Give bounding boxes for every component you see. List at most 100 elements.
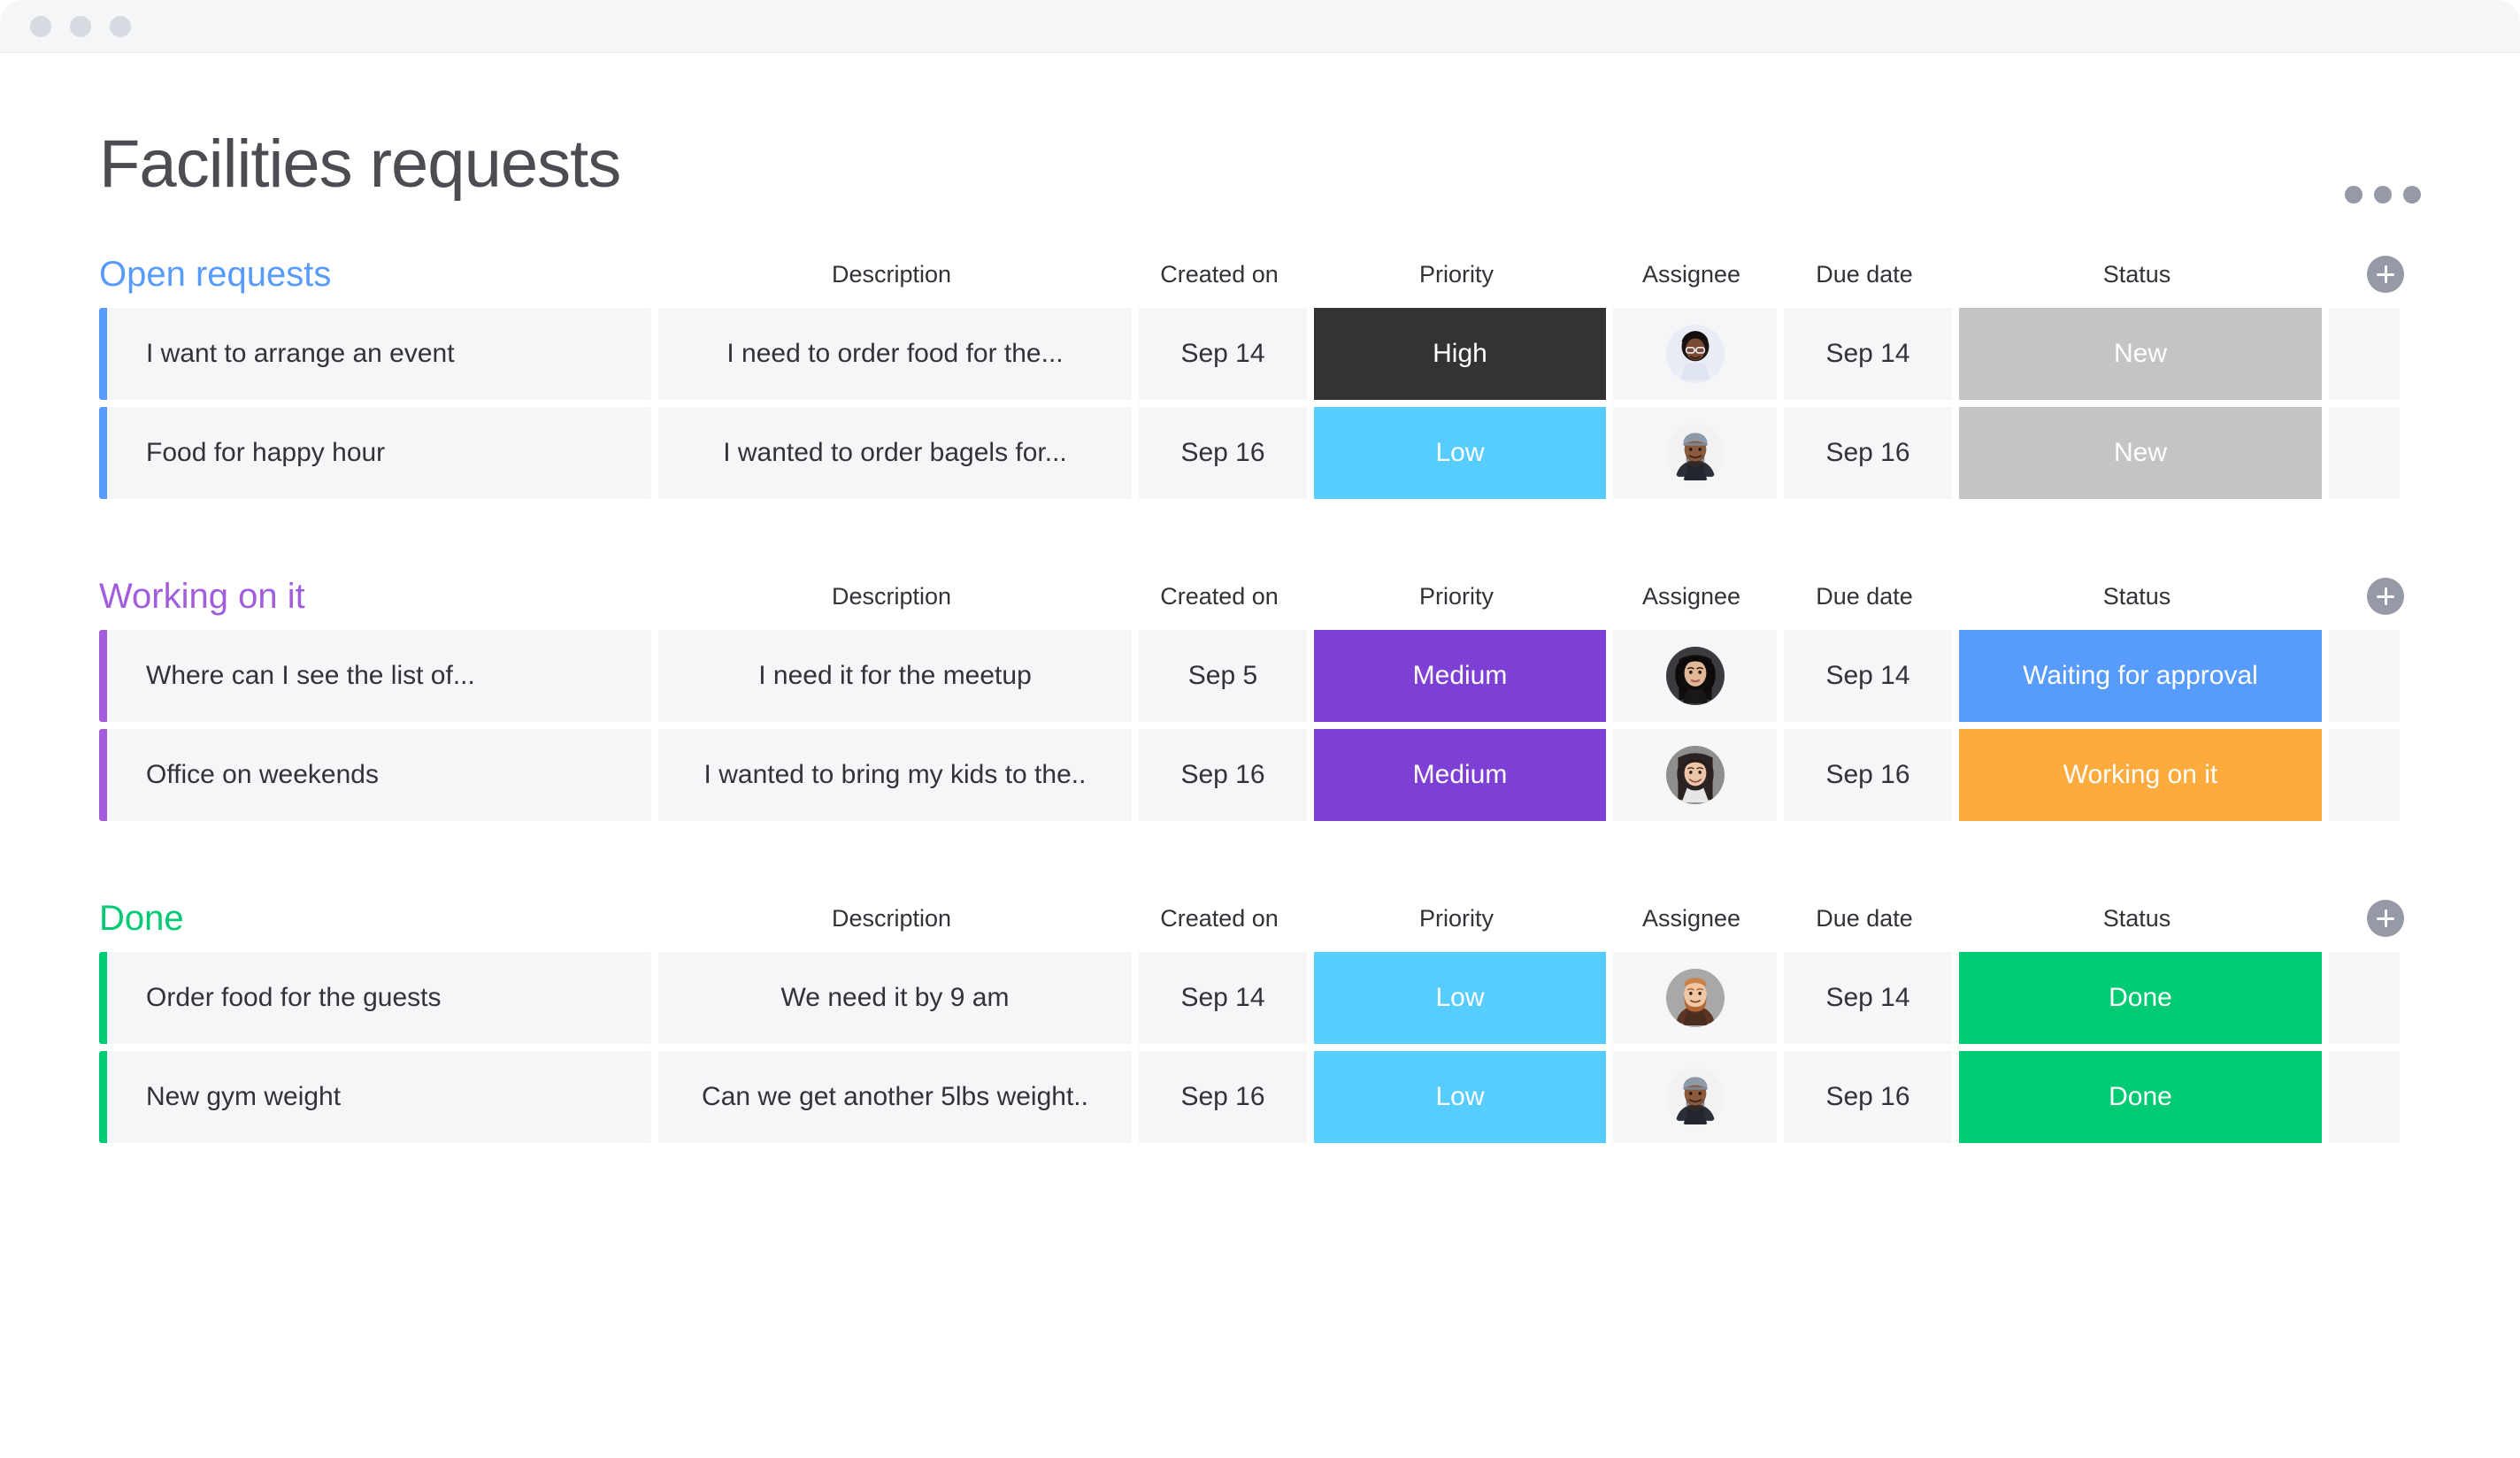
row-cell-priority[interactable]: Low <box>1314 1051 1606 1143</box>
kebab-dot <box>2345 186 2362 203</box>
row-cell-created-on[interactable]: Sep 16 <box>1139 407 1307 499</box>
column-header-priority[interactable]: Priority <box>1307 583 1606 610</box>
row-cell-created-on[interactable]: Sep 14 <box>1139 952 1307 1044</box>
row-cell-created-on[interactable]: Sep 14 <box>1139 308 1307 400</box>
row-cell-description[interactable]: Can we get another 5lbs weight.. <box>658 1051 1132 1143</box>
row-cell-priority[interactable]: Medium <box>1314 630 1606 722</box>
row-cell-status[interactable]: Done <box>1959 1051 2322 1143</box>
row-item-name[interactable]: Office on weekends <box>107 729 651 821</box>
row-cell-status[interactable]: Waiting for approval <box>1959 630 2322 722</box>
column-header-due-date[interactable]: Due date <box>1777 583 1952 610</box>
column-header-due-date[interactable]: Due date <box>1777 261 1952 288</box>
column-header-created-on[interactable]: Created on <box>1132 261 1307 288</box>
row-cell-description[interactable]: We need it by 9 am <box>658 952 1132 1044</box>
column-headers: Description Created on Priority Assignee Due… <box>651 905 2350 932</box>
row-cell-add-placeholder[interactable] <box>2329 308 2400 400</box>
table-row[interactable]: I want to arrange an event I need to orde… <box>99 308 2421 400</box>
row-cell-add-placeholder[interactable] <box>2329 1051 2400 1143</box>
row-cell-created-on[interactable]: Sep 16 <box>1139 1051 1307 1143</box>
row-item-name[interactable]: Where can I see the list of... <box>107 630 651 722</box>
group-title[interactable]: Done <box>99 901 651 936</box>
column-header-due-date[interactable]: Due date <box>1777 905 1952 932</box>
group-header: Done Description Created on Priority Assigne… <box>99 885 2421 952</box>
column-header-assignee[interactable]: Assignee <box>1606 261 1777 288</box>
board: Open requests Description Created on Priori… <box>0 241 2520 1143</box>
row-cell-assignee[interactable] <box>1613 630 1777 722</box>
table-row[interactable]: Order food for the guests We need it by 9… <box>99 952 2421 1044</box>
table-row[interactable]: Where can I see the list of... I need it … <box>99 630 2421 722</box>
row-cell-priority[interactable]: High <box>1314 308 1606 400</box>
row-cell-add-placeholder[interactable] <box>2329 729 2400 821</box>
row-cell-status[interactable]: Working on it <box>1959 729 2322 821</box>
row-cell-add-placeholder[interactable] <box>2329 952 2400 1044</box>
column-header-status[interactable]: Status <box>1952 905 2322 932</box>
row-item-name[interactable]: I want to arrange an event <box>107 308 651 400</box>
close-button-icon[interactable] <box>30 15 51 37</box>
avatar-man-beard-icon[interactable] <box>1665 969 1725 1027</box>
kebab-menu-icon[interactable] <box>2345 186 2421 203</box>
row-cell-due-date[interactable]: Sep 16 <box>1784 1051 1952 1143</box>
row-cell-add-placeholder[interactable] <box>2329 630 2400 722</box>
table-row[interactable]: New gym weight Can we get another 5lbs we… <box>99 1051 2421 1143</box>
row-cell-description[interactable]: I need it for the meetup <box>658 630 1132 722</box>
row-cell-assignee[interactable] <box>1613 308 1777 400</box>
row-cell-priority[interactable]: Low <box>1314 952 1606 1044</box>
column-header-created-on[interactable]: Created on <box>1132 583 1307 610</box>
column-header-status[interactable]: Status <box>1952 583 2322 610</box>
table-row[interactable]: Food for happy hour I wanted to order bag… <box>99 407 2421 499</box>
column-headers: Description Created on Priority Assignee Due… <box>651 583 2350 610</box>
row-cell-assignee[interactable] <box>1613 1051 1777 1143</box>
row-cell-assignee[interactable] <box>1613 407 1777 499</box>
avatar-woman-dark-hair-icon[interactable] <box>1665 647 1725 705</box>
row-accent-bar <box>99 1051 107 1143</box>
row-cell-created-on[interactable]: Sep 16 <box>1139 729 1307 821</box>
row-cell-description[interactable]: I need to order food for the... <box>658 308 1132 400</box>
row-cell-description[interactable]: I wanted to order bagels for... <box>658 407 1132 499</box>
group-working-on-it: Working on it Description Created on Priori… <box>99 563 2421 821</box>
row-item-name[interactable]: Order food for the guests <box>107 952 651 1044</box>
avatar-woman-smiling-icon[interactable] <box>1665 746 1725 804</box>
row-item-name[interactable]: Food for happy hour <box>107 407 651 499</box>
avatar-man-cap-icon[interactable] <box>1665 424 1725 482</box>
row-cell-due-date[interactable]: Sep 16 <box>1784 729 1952 821</box>
column-headers: Description Created on Priority Assignee Due… <box>651 261 2350 288</box>
column-header-description[interactable]: Description <box>651 905 1132 932</box>
row-cell-priority[interactable]: Low <box>1314 407 1606 499</box>
avatar-woman-glasses-icon[interactable] <box>1665 325 1725 383</box>
table-row[interactable]: Office on weekends I wanted to bring my k… <box>99 729 2421 821</box>
plus-icon[interactable] <box>2367 256 2404 293</box>
page-header: Facilities requests <box>0 53 2520 203</box>
row-item-name[interactable]: New gym weight <box>107 1051 651 1143</box>
column-header-created-on[interactable]: Created on <box>1132 905 1307 932</box>
row-cell-status[interactable]: New <box>1959 308 2322 400</box>
row-cell-status[interactable]: Done <box>1959 952 2322 1044</box>
column-header-description[interactable]: Description <box>651 583 1132 610</box>
column-header-priority[interactable]: Priority <box>1307 905 1606 932</box>
row-cell-description[interactable]: I wanted to bring my kids to the.. <box>658 729 1132 821</box>
row-cell-due-date[interactable]: Sep 14 <box>1784 952 1952 1044</box>
row-cell-due-date[interactable]: Sep 14 <box>1784 630 1952 722</box>
group-header: Open requests Description Created on Priori… <box>99 241 2421 308</box>
group-title[interactable]: Working on it <box>99 579 651 614</box>
column-header-assignee[interactable]: Assignee <box>1606 905 1777 932</box>
row-cell-priority[interactable]: Medium <box>1314 729 1606 821</box>
row-cell-add-placeholder[interactable] <box>2329 407 2400 499</box>
add-column-cell <box>2350 256 2421 293</box>
plus-icon[interactable] <box>2367 900 2404 937</box>
column-header-assignee[interactable]: Assignee <box>1606 583 1777 610</box>
row-cell-due-date[interactable]: Sep 14 <box>1784 308 1952 400</box>
column-header-description[interactable]: Description <box>651 261 1132 288</box>
row-cell-assignee[interactable] <box>1613 729 1777 821</box>
row-cell-assignee[interactable] <box>1613 952 1777 1044</box>
column-header-priority[interactable]: Priority <box>1307 261 1606 288</box>
column-header-status[interactable]: Status <box>1952 261 2322 288</box>
add-column-cell <box>2350 578 2421 615</box>
group-title[interactable]: Open requests <box>99 257 651 292</box>
minimize-button-icon[interactable] <box>70 15 91 37</box>
maximize-button-icon[interactable] <box>110 15 131 37</box>
row-cell-status[interactable]: New <box>1959 407 2322 499</box>
plus-icon[interactable] <box>2367 578 2404 615</box>
row-cell-due-date[interactable]: Sep 16 <box>1784 407 1952 499</box>
row-cell-created-on[interactable]: Sep 5 <box>1139 630 1307 722</box>
avatar-man-cap-icon[interactable] <box>1665 1068 1725 1126</box>
